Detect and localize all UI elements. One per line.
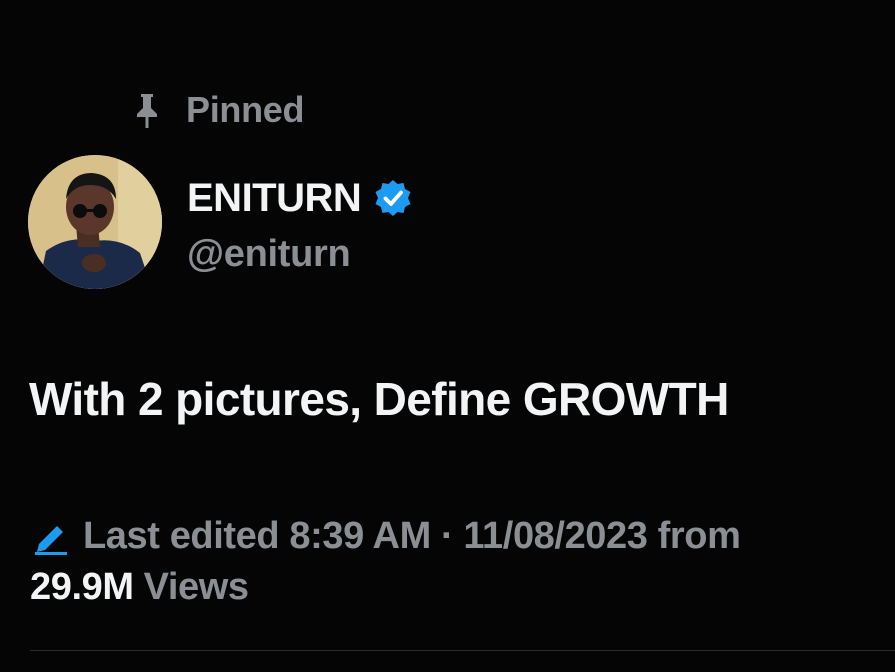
views-info: 29.9M Views — [30, 562, 249, 612]
pin-icon — [132, 90, 162, 130]
edited-info[interactable]: Last edited 8:39 AM · 11/08/2023 from — [31, 512, 741, 560]
pinned-indicator: Pinned — [132, 88, 305, 132]
views-label: Views — [143, 565, 249, 608]
last-edited-timestamp[interactable]: Last edited 8:39 AM · 11/08/2023 from — [83, 515, 741, 558]
user-handle[interactable]: @eniturn — [187, 233, 351, 276]
divider — [30, 650, 895, 651]
verified-badge-icon — [373, 178, 413, 218]
avatar[interactable] — [28, 155, 162, 289]
display-name[interactable]: ENITURN — [187, 176, 362, 221]
pinned-label: Pinned — [186, 89, 305, 130]
tweet-text: With 2 pictures, Define GROWTH — [29, 373, 729, 425]
author-name-row[interactable]: ENITURN — [187, 174, 413, 222]
pencil-icon — [31, 516, 71, 556]
views-count: 29.9M — [30, 565, 134, 608]
